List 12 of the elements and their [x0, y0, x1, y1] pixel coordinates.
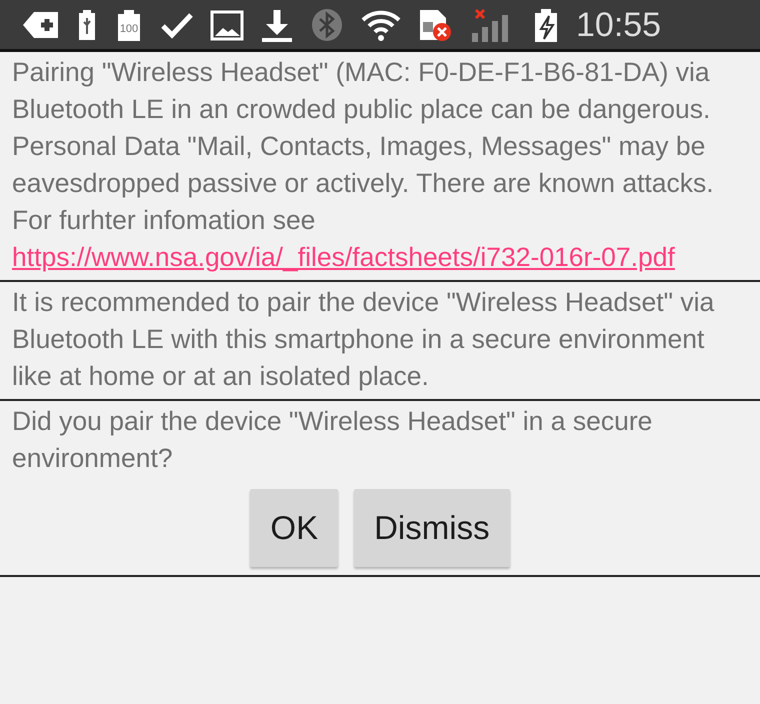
message-text: It is recommended to pair the device "Wireless Headset" via Bluetooth LE with this smartphone in a secure environment like at home or at an isolated place. — [11, 286, 716, 393]
bluetooth-icon — [310, 8, 344, 42]
clock: 10:55 — [576, 8, 662, 42]
sim-card-error-icon — [418, 8, 454, 42]
battery-charging-icon — [532, 8, 560, 42]
download-icon — [260, 8, 294, 42]
message-text: Did you pair the device "Wireless Headset" in a secure environment? — [11, 405, 654, 475]
message-text: Pairing "Wireless Headset" (MAC: F0-DE-F1-B6-81-DA) via Bluetooth LE in an crowded public place can be dangerous. Personal Data "Mail, Contacts, Images, Messages" may be eavesdropped passive or actively. There are known attacks. For furhter infomation see https://www.nsa.gov/ia/_files/factsheets/i732-016r-07.pdf — [11, 56, 715, 274]
image-icon — [210, 8, 244, 42]
dialog-button[interactable]: Dismiss — [354, 489, 510, 566]
battery-icon — [76, 8, 98, 42]
dialog-button[interactable]: OK — [250, 489, 338, 566]
